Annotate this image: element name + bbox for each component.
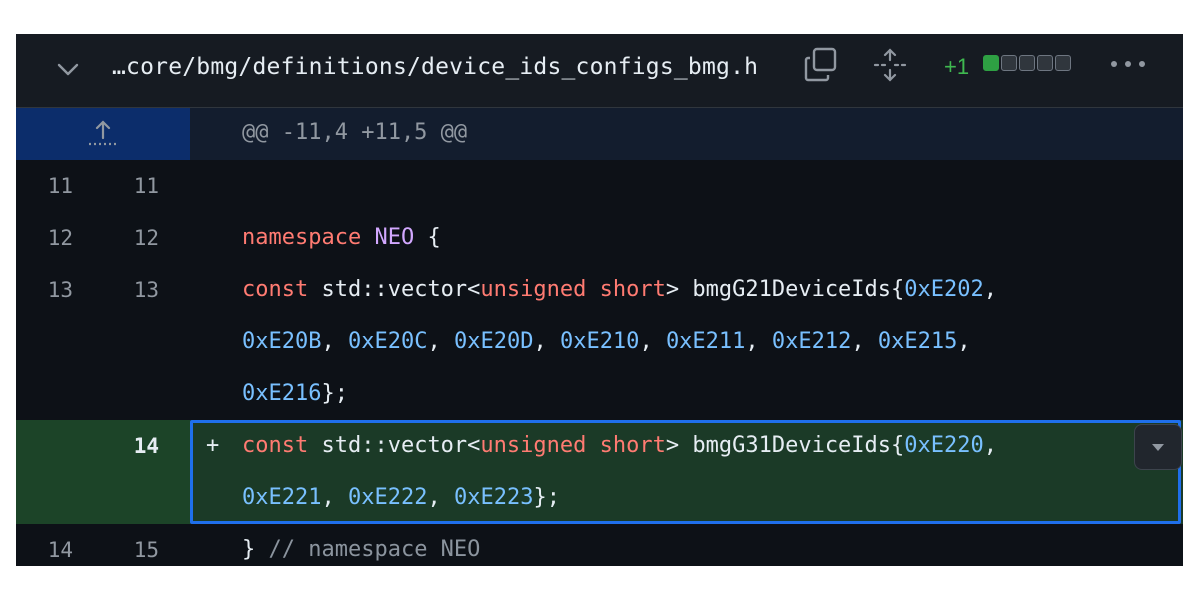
new-line-number[interactable]: 15: [119, 524, 159, 566]
expand-up-icon[interactable]: [16, 108, 190, 160]
code-line: namespace NEO {: [242, 212, 441, 264]
diff-file-panel: …core/bmg/definitions/device_ids_configs…: [16, 34, 1183, 566]
code-token: ,: [533, 329, 560, 354]
diffstat-block-neutral: [1001, 55, 1017, 71]
code-token: ,: [321, 329, 348, 354]
new-line-number[interactable]: 12: [119, 212, 159, 264]
old-line-number[interactable]: 12: [33, 212, 73, 264]
code-token: 0xE211: [665, 329, 746, 354]
code-token: 0xE20D: [453, 329, 534, 354]
code-token: ,: [427, 329, 454, 354]
code-token: short: [599, 277, 666, 302]
code-token: }: [242, 537, 269, 562]
code-comment: // namespace NEO: [268, 537, 481, 562]
code-token: ,: [957, 329, 971, 354]
code-token: ,: [639, 329, 666, 354]
diff-line-context: 11 11: [16, 160, 1183, 212]
diffstat-count: +1: [944, 54, 970, 79]
code-token: NEO: [374, 225, 415, 250]
diff-line-context: 13 13 const std::vector<unsigned short> …: [16, 264, 1183, 420]
diff-line-added: 14 + const std::vector<unsigned short> b…: [16, 420, 1183, 524]
diffstat-blocks: [983, 55, 1071, 71]
code-token: namespace: [242, 225, 362, 250]
old-line-number[interactable]: 13: [33, 264, 73, 316]
code-token: 0xE215: [877, 329, 958, 354]
code-token: ,: [983, 277, 998, 302]
code-token: std::vector<: [308, 277, 481, 302]
diffstat-block-added: [983, 55, 999, 71]
code-token: unsigned: [480, 277, 587, 302]
code-line: } // namespace NEO: [242, 524, 480, 566]
code-token: ,: [745, 329, 772, 354]
diff-line-context: 14 15 } // namespace NEO: [16, 524, 1183, 566]
new-line-number[interactable]: 14: [119, 420, 159, 472]
code-token: const: [242, 277, 309, 302]
code-token: 0xE20B: [242, 329, 322, 354]
code-token: {: [414, 225, 441, 250]
code-token: 0xE202: [904, 277, 984, 302]
code-token: ,: [851, 329, 878, 354]
diffstat-block-neutral: [1055, 55, 1071, 71]
kebab-horizontal-icon[interactable]: [1108, 52, 1148, 76]
code-token: 0xE216: [242, 381, 322, 406]
file-header: …core/bmg/definitions/device_ids_configs…: [16, 34, 1183, 108]
code-token: 0xE210: [559, 329, 640, 354]
code-token: };: [321, 381, 348, 406]
code-line: const std::vector<unsigned short> bmgG21…: [242, 264, 997, 316]
code-line-wrapped: 0xE20B, 0xE20C, 0xE20D, 0xE210, 0xE211, …: [242, 316, 971, 368]
added-line-gutter: [16, 420, 190, 524]
unfold-icon[interactable]: [872, 46, 908, 84]
old-line-number[interactable]: 11: [33, 160, 73, 212]
diff-line-context: 12 12 namespace NEO {: [16, 212, 1183, 264]
diffstat-block-neutral: [1037, 55, 1053, 71]
code-token: 0xE212: [771, 329, 852, 354]
file-path[interactable]: …core/bmg/definitions/device_ids_configs…: [112, 54, 758, 80]
copy-icon[interactable]: [802, 46, 840, 84]
triangle-down-icon: [1152, 444, 1164, 451]
new-line-number[interactable]: 13: [119, 264, 159, 316]
code-token: 0xE20C: [347, 329, 428, 354]
new-line-number[interactable]: 11: [119, 160, 159, 212]
hunk-header-text: @@ -11,4 +11,5 @@: [242, 120, 468, 145]
diffstat-block-neutral: [1019, 55, 1035, 71]
line-selection-highlight: [190, 420, 1181, 524]
code-line-wrapped: 0xE216};: [242, 368, 348, 420]
code-token: > bmgG21DeviceIds{: [665, 277, 905, 302]
line-options-button[interactable]: [1134, 424, 1182, 470]
old-line-number[interactable]: 14: [33, 524, 73, 566]
chevron-down-icon[interactable]: [54, 56, 82, 84]
hunk-header-row: @@ -11,4 +11,5 @@: [16, 108, 1183, 160]
